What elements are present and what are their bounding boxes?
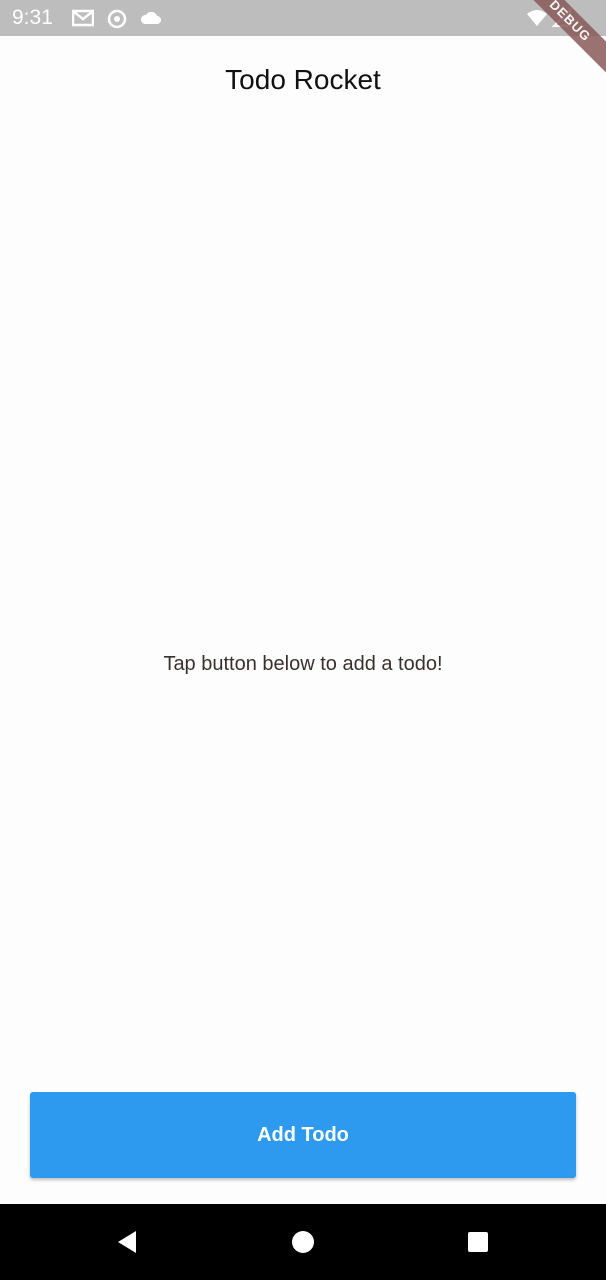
- status-bar: 9:31 DEBUG: [0, 0, 606, 79]
- page-title: Todo Rocket: [225, 64, 381, 95]
- empty-state-message: Tap button below to add a todo!: [163, 653, 443, 675]
- status-time: 9:31: [12, 6, 53, 29]
- cloud-icon: [140, 8, 162, 28]
- navigation-bar: [0, 1204, 606, 1280]
- add-todo-button[interactable]: Add Todo: [30, 1092, 576, 1178]
- sync-icon: [106, 8, 128, 29]
- app-screen: 9:31 DEBUG Todo Rocket Tap button below …: [0, 0, 606, 1280]
- gmail-icon: [72, 8, 94, 28]
- recents-icon[interactable]: [464, 1228, 492, 1256]
- back-icon[interactable]: [114, 1228, 142, 1256]
- home-icon[interactable]: [289, 1228, 317, 1256]
